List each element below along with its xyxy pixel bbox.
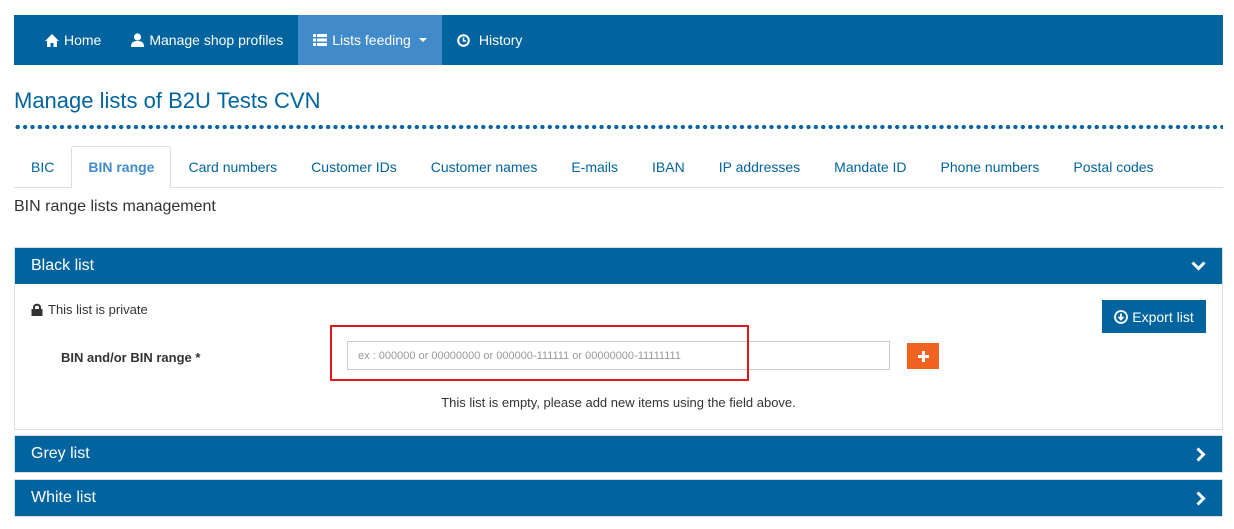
grey-list-header[interactable]: Grey list bbox=[15, 436, 1222, 472]
tab-customer-ids[interactable]: Customer IDs bbox=[294, 146, 414, 187]
black-list-panel: Black list This list is private Export l… bbox=[14, 247, 1223, 430]
bin-input[interactable] bbox=[347, 341, 890, 370]
tab-mandate-id[interactable]: Mandate ID bbox=[817, 146, 923, 187]
white-list-header[interactable]: White list bbox=[15, 480, 1222, 516]
download-circle-icon bbox=[1114, 309, 1129, 324]
black-list-header[interactable]: Black list bbox=[15, 248, 1222, 284]
list-type-tabs: BIC BIN range Card numbers Customer IDs … bbox=[14, 146, 1223, 188]
grey-list-title: Grey list bbox=[31, 445, 90, 462]
black-list-title: Black list bbox=[31, 257, 95, 274]
home-icon bbox=[45, 33, 59, 47]
black-list-body: This list is private Export list BIN and… bbox=[15, 284, 1222, 429]
nav-history[interactable]: History bbox=[442, 15, 538, 65]
export-list-label: Export list bbox=[1132, 308, 1194, 325]
top-navbar: Home Manage shop profiles Lists feeding … bbox=[14, 15, 1223, 65]
user-icon bbox=[131, 33, 145, 47]
page-title: Manage lists of B2U Tests CVN bbox=[14, 88, 321, 113]
clock-icon bbox=[457, 33, 470, 47]
nav-manage-shop-profiles[interactable]: Manage shop profiles bbox=[116, 15, 298, 65]
bin-field-label: BIN and/or BIN range * bbox=[61, 350, 201, 365]
section-title: BIN range lists management bbox=[14, 198, 216, 215]
nav-lists-feeding[interactable]: Lists feeding bbox=[298, 15, 442, 65]
tab-bin-range[interactable]: BIN range bbox=[71, 146, 172, 188]
white-list-panel: White list bbox=[14, 479, 1223, 517]
white-list-title: White list bbox=[31, 489, 96, 506]
chevron-down-icon bbox=[1191, 261, 1206, 271]
chevron-right-icon bbox=[1196, 490, 1206, 506]
nav-home-label: Home bbox=[64, 32, 102, 48]
title-dotted-divider bbox=[14, 124, 1223, 130]
tab-bic[interactable]: BIC bbox=[14, 146, 71, 187]
tab-iban[interactable]: IBAN bbox=[635, 146, 702, 187]
export-list-button[interactable]: Export list bbox=[1102, 300, 1206, 333]
tab-customer-names[interactable]: Customer names bbox=[414, 146, 555, 187]
caret-down-icon bbox=[418, 38, 427, 42]
nav-history-label: History bbox=[478, 32, 523, 48]
nav-manage-shop-profiles-label: Manage shop profiles bbox=[149, 32, 284, 48]
privacy-text: This list is private bbox=[48, 302, 148, 317]
lock-icon bbox=[31, 303, 43, 316]
plus-icon bbox=[917, 350, 929, 362]
tab-postal-codes[interactable]: Postal codes bbox=[1056, 146, 1170, 187]
tab-phone-numbers[interactable]: Phone numbers bbox=[924, 146, 1057, 187]
tab-card-numbers[interactable]: Card numbers bbox=[171, 146, 294, 187]
empty-list-message: This list is empty, please add new items… bbox=[441, 395, 796, 410]
privacy-status: This list is private bbox=[31, 302, 148, 317]
tab-ip-addresses[interactable]: IP addresses bbox=[702, 146, 817, 187]
tab-e-mails[interactable]: E-mails bbox=[554, 146, 635, 187]
grey-list-panel: Grey list bbox=[14, 435, 1223, 473]
nav-home[interactable]: Home bbox=[30, 15, 116, 65]
chevron-right-icon bbox=[1196, 446, 1206, 462]
list-icon bbox=[313, 34, 328, 46]
add-bin-button[interactable] bbox=[907, 343, 939, 369]
nav-lists-feeding-label: Lists feeding bbox=[332, 32, 411, 48]
